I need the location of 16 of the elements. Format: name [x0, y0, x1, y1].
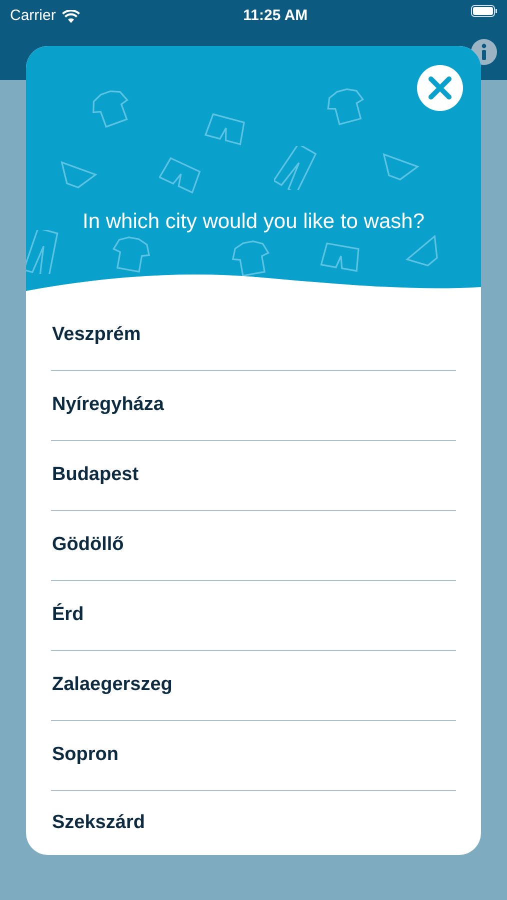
city-option[interactable]: Szekszárd — [51, 808, 145, 838]
city-option[interactable]: Gödöllő — [51, 531, 124, 560]
city-option[interactable]: Érd — [51, 601, 84, 630]
city-option[interactable]: Zalaegerszeg — [51, 671, 172, 700]
clock-time: 11:25 AM — [243, 6, 308, 26]
dialog-title: In which city would you like to wash? — [82, 209, 424, 235]
wifi-icon — [62, 10, 80, 23]
city-option[interactable]: Veszprém — [51, 321, 141, 350]
battery-icon — [470, 5, 497, 17]
carrier-label: Carrier — [10, 6, 56, 26]
city-option[interactable]: Budapest — [51, 461, 139, 490]
city-option[interactable]: Sopron — [51, 741, 118, 770]
city-option[interactable]: Nyíregyháza — [51, 391, 164, 420]
close-button[interactable] — [417, 65, 463, 111]
close-icon — [428, 76, 452, 100]
trousers-icon — [274, 146, 318, 190]
